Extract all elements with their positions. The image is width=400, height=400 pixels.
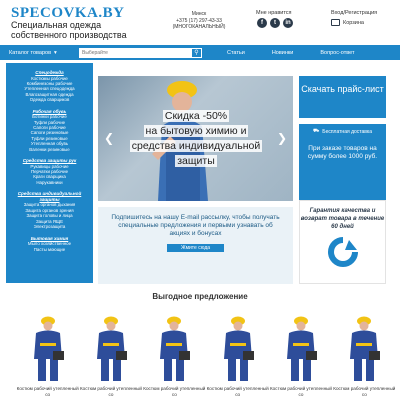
nav-link-faq[interactable]: Вопрос-ответ	[320, 50, 354, 56]
social-links: f t in	[257, 18, 293, 28]
slider-line: защиты	[175, 155, 217, 167]
product-card[interactable]: Костюм рабочий утепленный со	[333, 315, 396, 400]
sidebar-catalog: Спецодежда Костюмы рабочие Комбинезоны р…	[6, 63, 93, 283]
slider-text: Скидка -50% на бытовую химию и средства …	[112, 109, 280, 169]
catalog-label: Каталог товаров	[9, 49, 51, 56]
slider-prev-icon[interactable]: ❮	[104, 131, 114, 145]
product-image	[96, 316, 127, 381]
logo-tagline: Специальная одежда собственного производ…	[11, 20, 127, 40]
product-name[interactable]: Костюм рабочий утепленный со	[269, 386, 332, 397]
product-image	[33, 316, 64, 381]
download-price-button[interactable]: Скачать прайс-лист	[299, 76, 386, 118]
refresh-icon	[327, 237, 358, 267]
product-list: Костюм рабочий утепленный со Костюм рабо…	[16, 315, 396, 400]
facebook-icon[interactable]: f	[257, 18, 267, 28]
newsletter-block: Подпишитесь на нашу E-mail рассылку, что…	[98, 207, 293, 284]
delivery-banner[interactable]: ⛟ Бесплатная доставка При заказе товаров…	[299, 124, 386, 200]
product-name[interactable]: Костюм рабочий утепленный со	[16, 386, 79, 397]
product-image	[286, 316, 317, 381]
login-link[interactable]: Вход/Регистрация	[331, 10, 377, 16]
sidebar-category[interactable]: Средства индивидуальной защиты	[6, 191, 93, 202]
linkedin-icon[interactable]: in	[283, 18, 293, 28]
cart-link[interactable]: Корзина	[331, 19, 364, 26]
newsletter-subscribe-button[interactable]: Жмите сюда	[166, 244, 225, 252]
main-nav: Каталог товаров ▾ ⚲ Статьи Новинки Вопро…	[0, 45, 400, 60]
product-card[interactable]: Костюм рабочий утепленный со	[206, 315, 269, 400]
product-card[interactable]: Костюм рабочий утепленный со	[79, 315, 142, 400]
slider-line: Скидка -50%	[162, 110, 230, 122]
returns-banner[interactable]: Гарантия качества и возврат товара в теч…	[299, 200, 386, 284]
delivery-text: При заказе товаров на сумму более 1000 р…	[307, 145, 378, 160]
twitter-icon[interactable]: t	[270, 18, 280, 28]
nav-links: Статьи Новинки Вопрос-ответ	[227, 50, 382, 56]
delivery-title: Бесплатная доставка	[322, 128, 373, 135]
returns-text: Гарантия качества и возврат товара в теч…	[300, 208, 385, 230]
contact-phone-note: (МНОГОКАНАЛЬНЫЙ)	[172, 24, 226, 30]
contact-block: Минск +375 (17) 297-43-33 (МНОГОКАНАЛЬНЫ…	[168, 11, 230, 31]
product-name[interactable]: Костюм рабочий утепленный со	[143, 386, 206, 397]
nav-link-new[interactable]: Новинки	[272, 50, 294, 56]
slider-line: средства индивидуальной	[129, 140, 263, 152]
header: SPECOVKA.BY Специальная одежда собственн…	[0, 0, 400, 44]
slider-next-icon[interactable]: ❯	[277, 131, 287, 145]
product-image	[223, 316, 254, 381]
catalog-menu-button[interactable]: Каталог товаров ▾	[0, 50, 73, 56]
slider-line: на бытовую химию и	[143, 125, 249, 137]
nav-link-articles[interactable]: Статьи	[227, 50, 245, 56]
promo-slider[interactable]: Скидка -50% на бытовую химию и средства …	[98, 76, 293, 201]
product-name[interactable]: Костюм рабочий утепленный со	[333, 386, 396, 397]
search-icon: ⚲	[194, 50, 199, 56]
social-label: Мне нравится	[256, 10, 292, 16]
product-image	[350, 316, 381, 381]
newsletter-text: Подпишитесь на нашу E-mail рассылку, что…	[111, 214, 280, 237]
truck-icon: ⛟	[312, 128, 320, 134]
product-card[interactable]: Костюм рабочий утепленный со	[269, 315, 332, 400]
product-name[interactable]: Костюм рабочий утепленный со	[79, 386, 142, 397]
offers-title: Выгодное предложение	[152, 292, 248, 301]
search-input[interactable]	[79, 47, 191, 58]
product-card[interactable]: Костюм рабочий утепленный со	[16, 315, 79, 400]
product-image	[160, 316, 191, 381]
cart-label: Корзина	[343, 19, 364, 26]
product-name[interactable]: Костюм рабочий утепленный со	[206, 386, 269, 397]
delivery-head: ⛟ Бесплатная доставка	[299, 128, 386, 135]
search-button[interactable]: ⚲	[191, 47, 202, 58]
product-card[interactable]: Костюм рабочий утепленный со	[143, 315, 206, 400]
chevron-down-icon: ▾	[54, 49, 57, 56]
cart-icon	[331, 19, 340, 26]
sidebar-item[interactable]: Пасты моющие	[6, 247, 93, 252]
